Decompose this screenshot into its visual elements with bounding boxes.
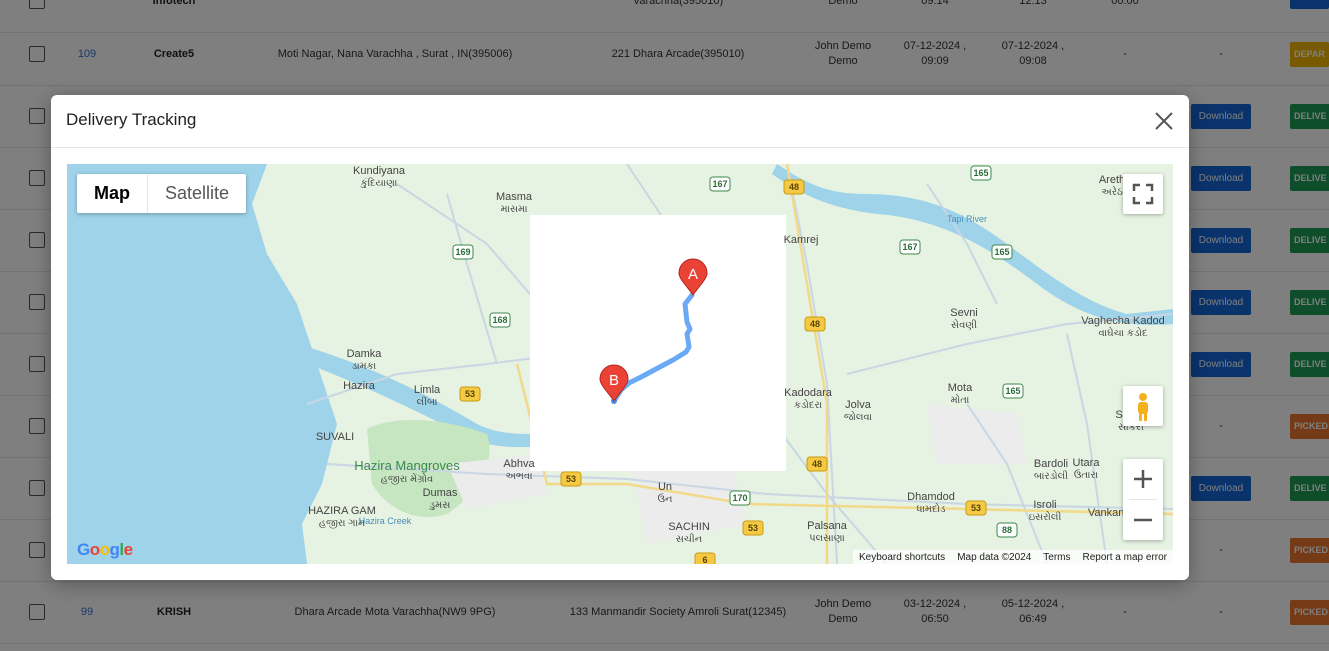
plus-icon [1134, 470, 1152, 488]
place-label: Bardoli [1034, 458, 1068, 470]
place-label-local: ઇસરોલી [1029, 510, 1062, 523]
place-label-local: વાઘેચા કડોદ [1098, 326, 1147, 339]
place-label-local: લીંબા [417, 395, 438, 408]
map-tab-map[interactable]: Map [77, 174, 148, 213]
close-icon[interactable] [1153, 110, 1175, 132]
zoom-control [1123, 459, 1163, 540]
road-number: 170 [732, 493, 747, 503]
place-label: Kundiyana [353, 165, 406, 177]
keyboard-shortcuts-link[interactable]: Keyboard shortcuts [859, 552, 945, 563]
report-error-link[interactable]: Report a map error [1083, 552, 1167, 563]
place-label: SACHIN [668, 521, 710, 533]
modal-header: Delivery Tracking [51, 95, 1189, 148]
road-number: 53 [465, 389, 475, 399]
map-data-text: Map data ©2024 [957, 551, 1032, 563]
road-number: 6 [702, 555, 707, 564]
place-label: SUVALI [316, 431, 354, 443]
google-logo[interactable]: Google [77, 540, 133, 560]
place-label: Utara [1073, 457, 1101, 469]
road-number: 165 [973, 168, 988, 178]
place-label: Limla [414, 384, 441, 396]
place-label-local: કુંદિયાણા [360, 177, 398, 189]
map-tab-satellite[interactable]: Satellite [148, 174, 246, 213]
road-number: 167 [712, 179, 727, 189]
map-canvas[interactable]: A B Kundiyanaકુંદિયાણા Masmaમાસમા Damkaડામ… [67, 164, 1173, 564]
place-label: Isroli [1033, 499, 1056, 511]
place-label: Tapi River [947, 214, 987, 224]
road-number: 165 [994, 247, 1009, 257]
place-label-local: માસમા [500, 204, 528, 215]
place-label: Sevni [950, 307, 978, 319]
place-label: Hazira Creek [359, 516, 412, 526]
place-label-local: હજીરા મેંગ્રોવ [381, 472, 433, 485]
minus-icon [1134, 518, 1152, 522]
map-attribution: Keyboard shortcuts Map data ©2024 Terms … [853, 550, 1173, 564]
zoom-out-button[interactable] [1123, 500, 1163, 540]
place-label: Damka [347, 348, 383, 360]
place-label: Vaghecha Kadod [1081, 315, 1165, 327]
road-number: 53 [748, 523, 758, 533]
fullscreen-icon [1132, 183, 1154, 205]
terms-link[interactable]: Terms [1043, 552, 1070, 563]
place-label-local: અભવા [505, 471, 533, 482]
place-label: Hazira Mangroves [354, 458, 460, 473]
road-number: 167 [902, 242, 917, 252]
street-view-pegman-icon [1138, 393, 1148, 421]
place-label-local: અરેઠ [1101, 185, 1123, 198]
place-label: Jolva [845, 399, 872, 411]
modal-title: Delivery Tracking [66, 110, 197, 129]
place-label-local: મોતા [951, 393, 970, 406]
place-label-local: ડુમસ [429, 500, 450, 511]
place-label-local: ધામદોડ [916, 502, 946, 515]
place-label: Palsana [807, 520, 848, 532]
place-label-local: જોલવા [844, 410, 873, 423]
place-label: Hazira [343, 380, 376, 392]
place-label-local: બારડોલી [1034, 469, 1068, 482]
place-label-local: ડામકા [352, 361, 377, 372]
place-label-local: ઉતારા [1074, 469, 1099, 481]
place-label: Dumas [423, 487, 458, 499]
place-label-local: સચીન [676, 533, 703, 545]
fullscreen-button[interactable] [1123, 174, 1163, 214]
place-label: Kadodara [784, 387, 833, 399]
road-number: 53 [566, 474, 576, 484]
place-label: Areth [1099, 174, 1125, 186]
delivery-tracking-modal: Delivery Tracking A B Kundiyana કુંદિયાણ… [51, 95, 1189, 580]
road-number: 168 [492, 315, 507, 325]
place-label: Kamrej [784, 234, 819, 246]
svg-text:B: B [609, 372, 619, 389]
zoom-in-button[interactable] [1123, 459, 1163, 499]
place-label: Mota [948, 382, 973, 394]
road-number: 165 [1005, 386, 1020, 396]
road-number: 48 [812, 459, 822, 469]
road-number: 48 [810, 319, 820, 329]
map-type-control: Map Satellite [77, 174, 247, 213]
road-number: 169 [455, 247, 470, 257]
place-label: Abhva [503, 458, 535, 470]
road-number: 48 [789, 182, 799, 192]
street-view-button[interactable] [1123, 386, 1163, 426]
place-label-local: પલસાણા [809, 533, 845, 544]
place-label: Masma [496, 191, 533, 203]
place-label-local: સેવણી [951, 318, 977, 331]
place-label-local: ઉન [657, 493, 673, 505]
road-number: 88 [1002, 525, 1012, 535]
place-label: Un [658, 481, 672, 493]
map-view[interactable]: A B Kundiyana કુંદિયાણા Masma માસમા Damka ડામ… [67, 164, 1173, 564]
place-label: Dhamdod [907, 491, 955, 503]
road-number: 53 [971, 503, 981, 513]
svg-text:A: A [688, 266, 698, 283]
place-label-local: કડોદરા [794, 398, 823, 411]
